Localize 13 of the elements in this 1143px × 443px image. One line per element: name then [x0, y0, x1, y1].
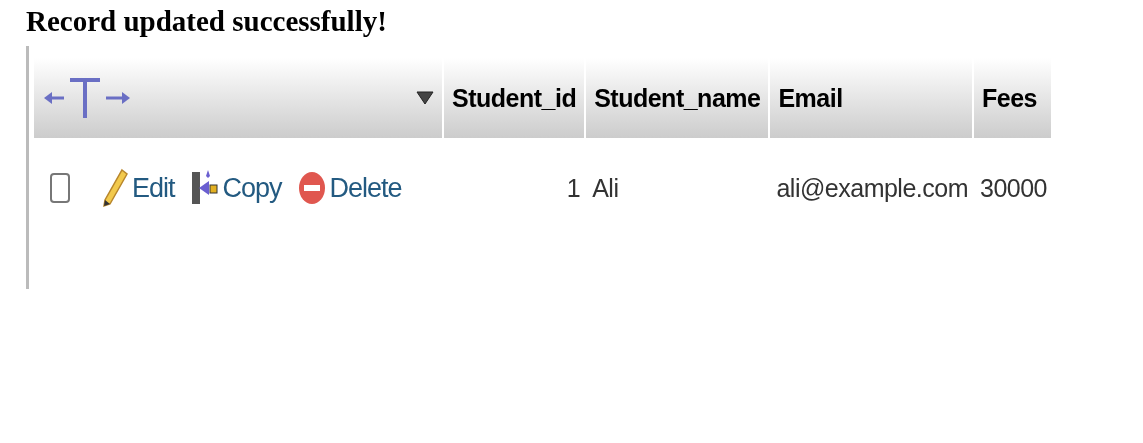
row-checkbox[interactable]: [50, 173, 70, 203]
table-cell-text: Ali: [591, 172, 620, 204]
sort-down-icon[interactable]: [416, 91, 434, 105]
table-cell-text: ali@example.com: [775, 172, 969, 204]
copy-link[interactable]: Copy: [222, 172, 282, 204]
table-cell-text: 1: [565, 172, 582, 204]
table-cell-text: 30000: [979, 172, 1049, 204]
column-resize-icon[interactable]: [42, 76, 132, 120]
status-message: Record updated successfully!: [26, 4, 388, 38]
edit-link[interactable]: Edit: [132, 172, 175, 204]
pencil-icon: [102, 168, 128, 208]
delete-icon: [297, 171, 326, 205]
delete-link[interactable]: Delete: [329, 172, 402, 204]
